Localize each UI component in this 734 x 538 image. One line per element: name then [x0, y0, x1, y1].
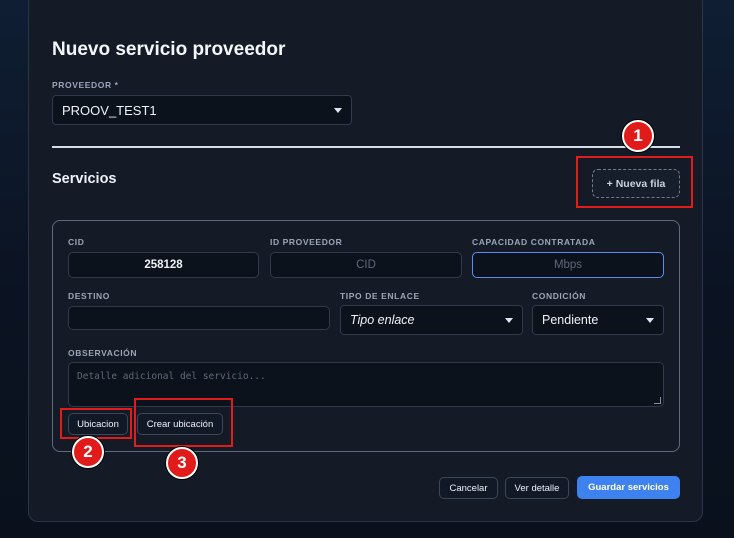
chevron-down-icon [505, 318, 513, 323]
capacity-input[interactable]: Mbps [472, 252, 664, 278]
chevron-down-icon [334, 108, 342, 113]
dialog-title: Nuevo servicio proveedor [52, 39, 286, 60]
resize-handle-icon[interactable] [654, 397, 661, 404]
provider-id-label: ID PROVEEDOR [270, 237, 343, 247]
observation-label: OBSERVACIÓN [68, 348, 138, 358]
destination-input[interactable] [68, 306, 330, 330]
annotation-marker-2: 2 [72, 436, 104, 468]
annotation-marker-1: 1 [622, 120, 654, 152]
provider-id-input[interactable]: CID [270, 252, 462, 278]
destination-label: DESTINO [68, 291, 110, 301]
cancel-button[interactable]: Cancelar [439, 477, 498, 499]
save-services-button[interactable]: Guardar servicios [577, 476, 680, 499]
annotation-highlight-1 [576, 156, 693, 208]
capacity-label: CAPACIDAD CONTRATADA [472, 237, 596, 247]
chevron-down-icon [646, 318, 654, 323]
provider-label: PROVEEDOR * [52, 80, 119, 90]
observation-placeholder: Detalle adicional del servicio... [77, 371, 266, 382]
annotation-marker-3: 3 [166, 447, 198, 479]
provider-select[interactable]: PROOV_TEST1 [52, 95, 352, 125]
view-detail-button[interactable]: Ver detalle [505, 477, 569, 499]
annotation-highlight-2 [60, 408, 132, 439]
link-type-label: TIPO DE ENLACE [340, 291, 420, 301]
services-title: Servicios [52, 171, 117, 187]
condition-select[interactable]: Pendiente [532, 305, 664, 335]
condition-label: CONDICIÓN [532, 291, 587, 301]
cid-input[interactable]: 258128 [68, 252, 259, 278]
annotation-highlight-3 [134, 398, 233, 447]
cid-label: CID [68, 237, 85, 247]
section-divider [52, 146, 680, 148]
condition-select-value: Pendiente [542, 313, 599, 327]
link-type-select[interactable]: Tipo enlace [340, 305, 523, 335]
provider-select-value: PROOV_TEST1 [62, 102, 157, 118]
link-type-select-value: Tipo enlace [350, 313, 415, 327]
